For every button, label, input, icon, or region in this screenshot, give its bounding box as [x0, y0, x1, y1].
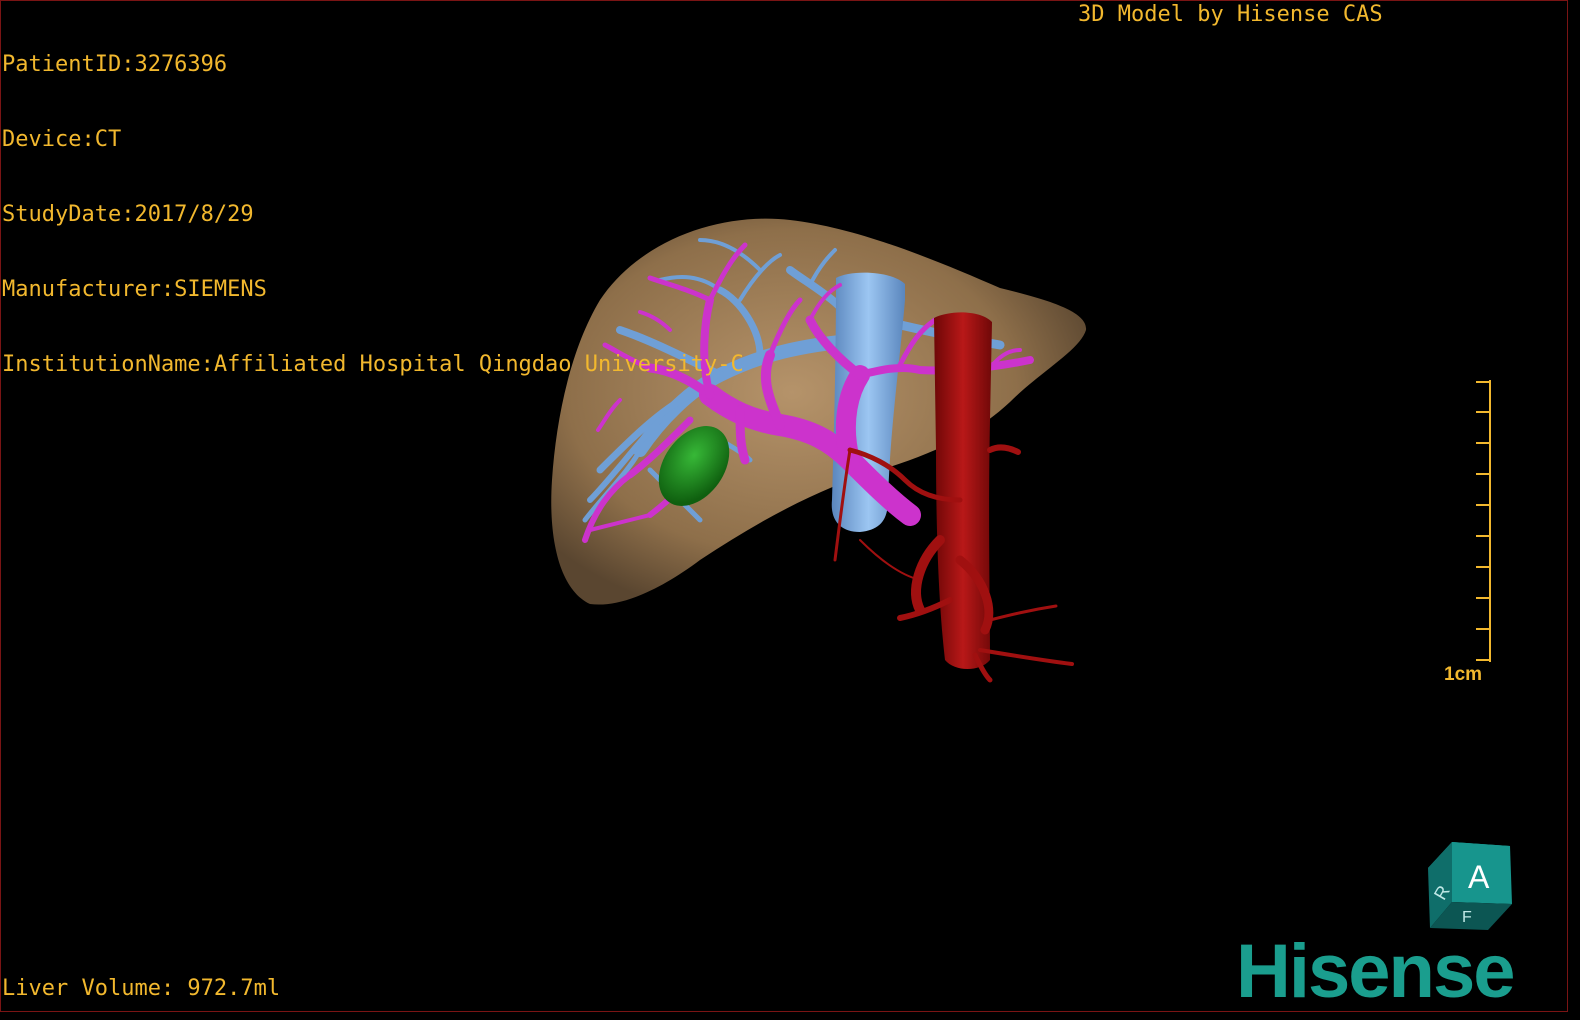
manufacturer: Manufacturer:SIEMENS	[2, 277, 267, 302]
device: Device:CT	[2, 127, 122, 152]
liver-volume: Liver Volume: 972.7ml	[2, 976, 281, 1001]
cube-bottom-label: F	[1462, 909, 1472, 926]
cube-front-label: A	[1468, 859, 1490, 895]
study-date: StudyDate:2017/8/29	[2, 202, 254, 227]
institution-name: InstitutionName:Affiliated Hospital Qing…	[2, 352, 744, 377]
scale-bar-label: 1cm	[1444, 664, 1483, 685]
hisense-logo: Hisense	[1236, 929, 1515, 1014]
patient-id: PatientID:3276396	[2, 52, 228, 77]
aorta	[934, 312, 992, 669]
model-credit: 3D Model by Hisense CAS	[1078, 2, 1383, 27]
dicom-info-overlay: PatientID:3276396 Device:CT StudyDate:20…	[2, 2, 744, 402]
scale-bar	[1476, 380, 1491, 662]
orientation-cube[interactable]: A R F	[1428, 842, 1512, 930]
